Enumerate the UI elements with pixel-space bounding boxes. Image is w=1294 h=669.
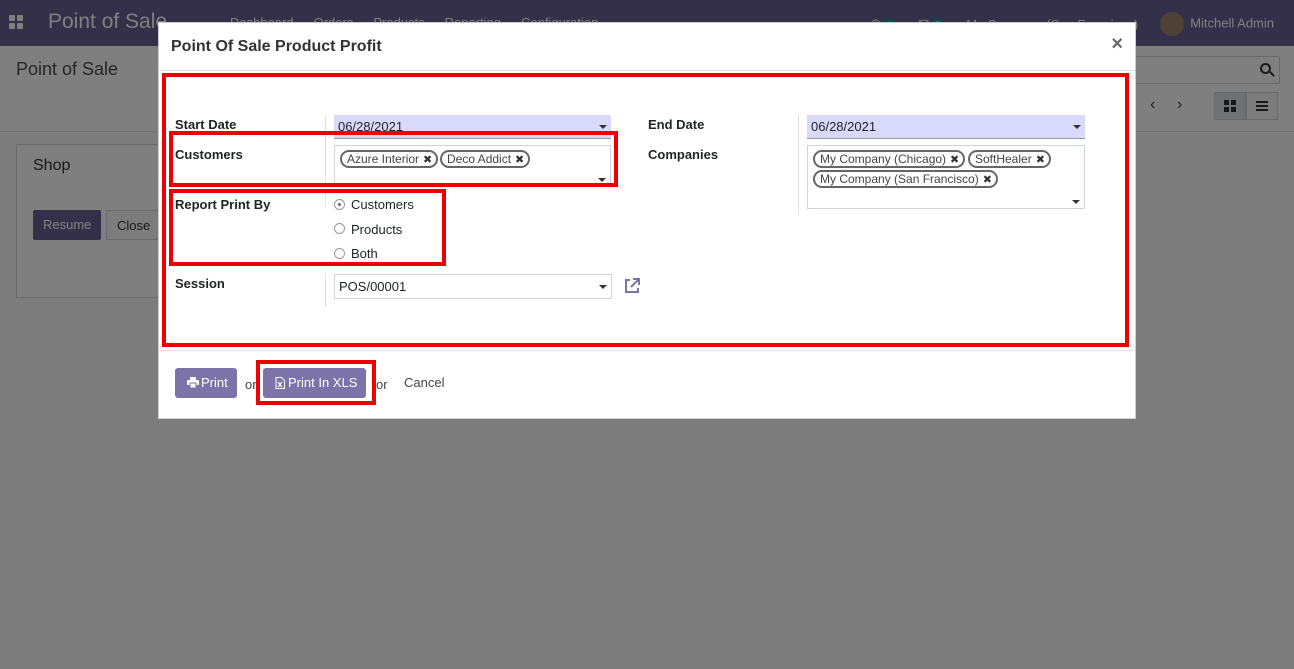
annotation-customers-highlight	[169, 131, 618, 187]
or-separator: or	[245, 377, 257, 392]
print-button-label: Print	[201, 375, 228, 390]
cancel-button[interactable]: Cancel	[404, 375, 444, 390]
or-separator: or	[376, 377, 388, 392]
printer-icon	[187, 377, 199, 389]
print-button[interactable]: Print	[175, 368, 237, 398]
annotation-print-xls-highlight	[256, 360, 376, 405]
dialog-title: Point Of Sale Product Profit	[171, 38, 382, 55]
close-icon[interactable]: ×	[1111, 33, 1123, 56]
dialog-header: Point Of Sale Product Profit ×	[159, 23, 1135, 71]
annotation-report-print-by-highlight	[169, 189, 446, 266]
